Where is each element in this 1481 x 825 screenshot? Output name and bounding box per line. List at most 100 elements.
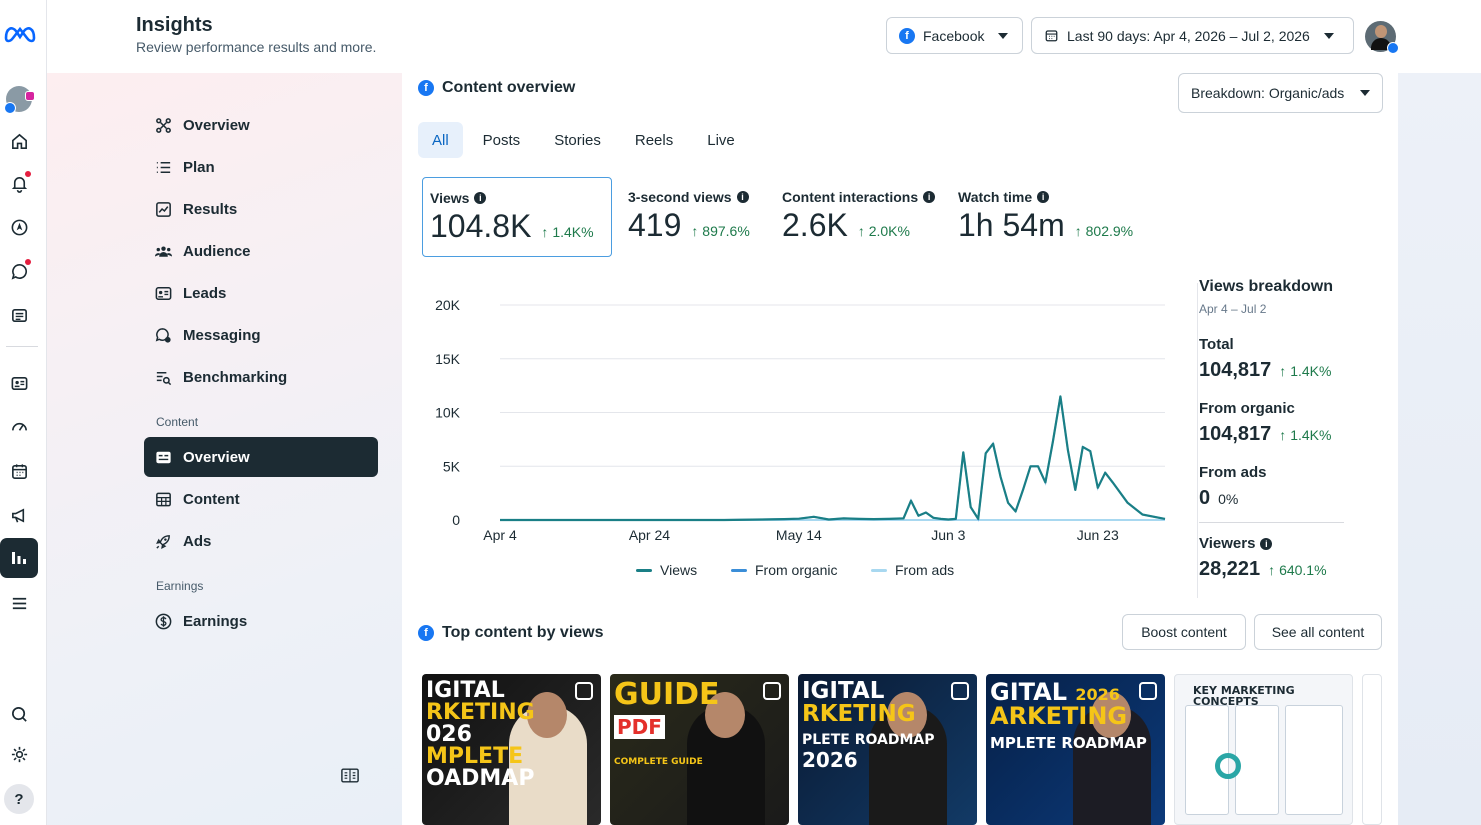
metric-card-views[interactable]: Views i 104.8K ↑ 1.4K%: [422, 177, 612, 257]
gear-icon[interactable]: [8, 743, 30, 765]
legend-label: From ads: [895, 562, 955, 578]
x-tick-label: Jun 23: [1077, 527, 1119, 543]
help-icon[interactable]: ?: [4, 784, 34, 814]
calendar-icon[interactable]: [8, 460, 30, 482]
contact-card-icon[interactable]: [8, 372, 30, 394]
content-thumbnail[interactable]: GITAL 2026 ARKETING MPLETE ROADMAP: [986, 674, 1165, 825]
bar-chart-icon[interactable]: [0, 538, 38, 578]
sidebar-item-audience[interactable]: Audience: [144, 231, 378, 271]
platform-select[interactable]: f Facebook: [886, 17, 1023, 54]
overview-icon: [156, 117, 171, 133]
x-tick-label: Jun 3: [931, 527, 965, 543]
line-chart-icon: [156, 201, 171, 217]
tab-stories[interactable]: Stories: [540, 122, 615, 158]
list-icon: [156, 161, 171, 173]
sidebar-item-overview[interactable]: Overview: [144, 105, 378, 145]
content-thumbnail[interactable]: IGITAL RKETING 026 MPLETE OADMAP: [422, 674, 601, 825]
tab-all[interactable]: All: [418, 122, 463, 158]
collapse-sidebar-icon[interactable]: [341, 768, 359, 783]
sidebar-item-results[interactable]: Results: [144, 189, 378, 229]
top-content-thumbnails: IGITAL RKETING 026 MPLETE OADMAP GUIDE PDF COM…: [422, 674, 1353, 825]
series-line-views: [500, 395, 1166, 522]
chat-icon[interactable]: [8, 259, 31, 282]
boost-content-button[interactable]: Boost content: [1122, 614, 1246, 650]
content-thumbnail[interactable]: IGITAL RKETING PLETE ROADMAP 2026: [798, 674, 977, 825]
sidebar-item-content-overview[interactable]: Overview: [144, 437, 378, 477]
home-icon[interactable]: [8, 130, 30, 152]
people-icon: [154, 245, 173, 257]
breakdown-value: 104,817: [1199, 359, 1272, 381]
compass-icon[interactable]: [8, 216, 30, 238]
profile-avatar-icon[interactable]: [4, 84, 35, 114]
content-thumbnail[interactable]: KEY MARKETING CONCEPTS: [1174, 674, 1353, 825]
metric-card-watch-time[interactable]: Watch time i 1h 54m ↑ 802.9%: [958, 177, 1158, 257]
sidebar-item-plan[interactable]: Plan: [144, 147, 378, 187]
facebook-badge-icon: [1387, 42, 1399, 54]
metric-change: ↑ 1.4K%: [541, 224, 594, 240]
date-range-select[interactable]: Last 90 days: Apr 4, 2026 – Jul 2, 2026: [1031, 17, 1354, 54]
thumbnail-text: IGITAL RKETING PLETE ROADMAP 2026: [802, 678, 935, 772]
sidebar-item-label: Benchmarking: [183, 368, 288, 386]
info-icon[interactable]: i: [1260, 537, 1273, 550]
content-type-tabs: All Posts Stories Reels Live: [418, 122, 755, 158]
legend-label: Views: [660, 562, 698, 578]
pages-icon[interactable]: [8, 304, 30, 326]
sidebar-item-leads[interactable]: Leads: [144, 273, 378, 313]
sidebar-item-earnings[interactable]: Earnings: [144, 601, 378, 641]
content-thumbnail-partial[interactable]: [1362, 674, 1382, 825]
search-icon[interactable]: [8, 703, 30, 725]
sidebar-item-messaging[interactable]: Messaging: [144, 315, 378, 355]
tab-posts[interactable]: Posts: [469, 122, 535, 158]
sidebar-item-benchmarking[interactable]: Benchmarking: [144, 357, 378, 397]
info-icon[interactable]: i: [474, 192, 487, 204]
chevron-down-icon: [1323, 32, 1334, 39]
infographic-panel: [1285, 705, 1343, 815]
y-tick-label: 0: [452, 512, 460, 528]
metric-value: 1h 54m: [958, 207, 1065, 243]
content-thumbnail[interactable]: GUIDE PDF COMPLETE GUIDE: [610, 674, 789, 825]
calendar-icon: [1045, 30, 1058, 42]
see-all-content-button[interactable]: See all content: [1254, 614, 1382, 650]
metric-change-value: 2.0K%: [868, 223, 910, 239]
sidebar-item-label: Leads: [183, 284, 227, 302]
breakdown-change-value: 1.4K%: [1290, 427, 1332, 443]
breakdown-change: ↑ 1.4K%: [1279, 363, 1332, 379]
right-margin: [1362, 73, 1481, 825]
info-icon[interactable]: i: [923, 191, 936, 203]
menu-icon[interactable]: [8, 592, 30, 614]
tab-live[interactable]: Live: [693, 122, 749, 158]
rocket-icon: [156, 534, 170, 549]
megaphone-icon[interactable]: [8, 504, 30, 526]
chart-divider: [1197, 283, 1198, 598]
y-tick-label: 5K: [443, 458, 461, 474]
sidebar-item-ads[interactable]: Ads: [144, 521, 378, 561]
contact-card-icon: [155, 286, 172, 300]
metric-card-3-second-views[interactable]: 3-second views i 419 ↑ 897.6%: [628, 177, 768, 257]
gauge-icon[interactable]: [8, 416, 30, 438]
metric-value: 419: [628, 207, 682, 243]
breakdown-divider: [1199, 522, 1344, 523]
y-tick-label: 20K: [435, 297, 461, 313]
page-title: Insights: [136, 14, 213, 36]
legend-views[interactable]: Views: [636, 562, 697, 578]
bell-icon[interactable]: [8, 171, 31, 194]
info-icon[interactable]: i: [1037, 191, 1050, 203]
metric-label: Views: [430, 190, 470, 206]
meta-logo-icon[interactable]: [2, 22, 38, 44]
sidebar-item-label: Audience: [183, 242, 251, 260]
tab-reels[interactable]: Reels: [621, 122, 687, 158]
breakdown-value: 104,817: [1199, 423, 1272, 445]
metric-card-content-interactions[interactable]: Content interactions i 2.6K ↑ 2.0K%: [782, 177, 942, 257]
info-icon[interactable]: i: [736, 191, 749, 203]
breakdown-select[interactable]: Breakdown: Organic/ads: [1178, 73, 1383, 113]
top-content-title: Top content by views: [442, 624, 604, 641]
sidebar-item-content[interactable]: Content: [144, 479, 378, 519]
left-rail: ?: [0, 0, 47, 825]
views-line-chart[interactable]: 0 5K 10K 15K 20K Apr 4 Apr 24 May 14 Jun 3 Jun 23: [420, 283, 1180, 543]
chat-icon: [155, 327, 171, 343]
legend-from-organic[interactable]: From organic: [731, 562, 837, 578]
legend-from-ads[interactable]: From ads: [871, 562, 954, 578]
sidebar-item-label: Plan: [183, 158, 215, 176]
sidebar-item-label: Results: [183, 200, 238, 218]
user-avatar[interactable]: [1365, 21, 1399, 54]
